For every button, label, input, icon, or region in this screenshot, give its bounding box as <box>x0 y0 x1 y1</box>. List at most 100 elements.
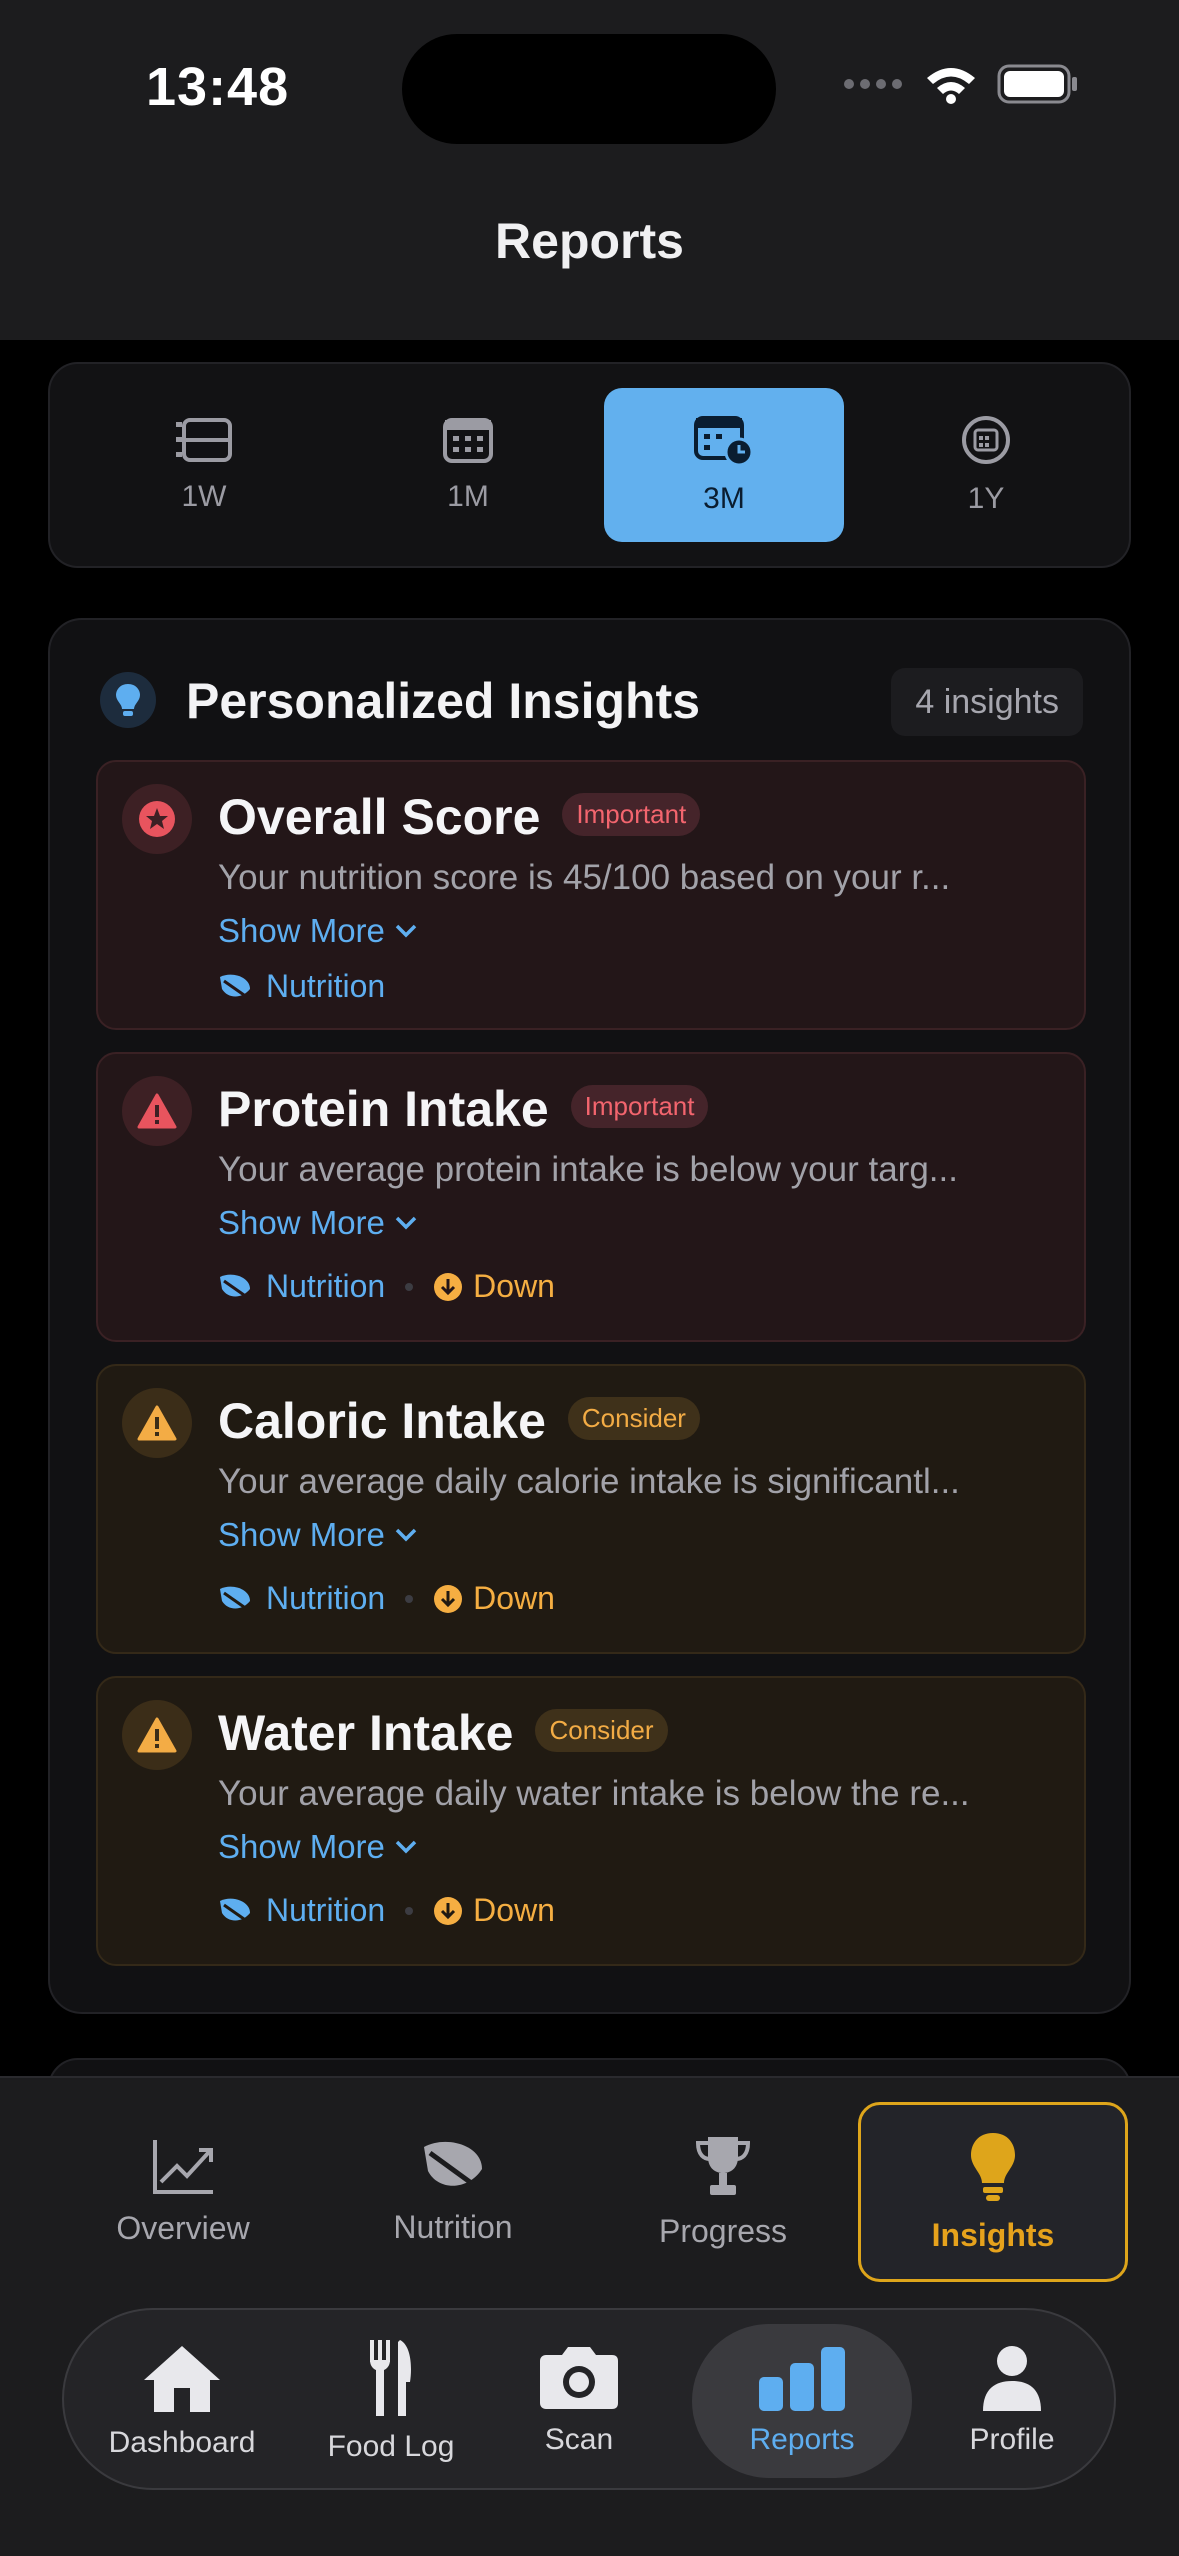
leaf-icon <box>220 1586 250 1608</box>
insights-title: Personalized Insights <box>186 673 701 729</box>
dynamic-island <box>402 34 776 144</box>
chevron-down-icon <box>395 924 417 938</box>
tab-label: Insights <box>931 2216 1055 2253</box>
nav-label: Scan <box>544 2423 614 2456</box>
tab-progress[interactable]: Progress <box>588 2102 858 2282</box>
nav-dashboard[interactable]: Dashboard <box>82 2324 282 2478</box>
camera-icon <box>540 2347 618 2409</box>
chevron-down-icon <box>395 1840 417 1854</box>
house-icon <box>144 2346 220 2412</box>
bottom-nav: Dashboard Food Log Scan Reports Profile <box>0 2308 1179 2556</box>
chevron-down-icon <box>395 1216 417 1230</box>
nav-label: Food Log <box>327 2430 455 2463</box>
insight-description: Your average daily water intake is below… <box>218 1774 970 1813</box>
status-time: 13:48 <box>146 57 290 117</box>
period-label: 1W <box>181 480 227 513</box>
insight-tags: Nutrition Down <box>218 1268 555 1305</box>
category-tag: Nutrition <box>218 1580 385 1617</box>
chart-line-icon <box>153 2139 213 2194</box>
trophy-icon <box>695 2136 751 2195</box>
trend-tag: Down <box>433 1268 555 1305</box>
show-more-button[interactable]: Show More <box>218 1204 417 1242</box>
tab-label: Nutrition <box>393 2208 513 2245</box>
nav-label: Dashboard <box>108 2426 256 2459</box>
warning-icon <box>122 1388 192 1458</box>
arrow-down-circle-icon <box>434 1584 463 1613</box>
insight-item[interactable]: Water Intake Consider Your average daily … <box>96 1676 1086 1966</box>
lightbulb-icon <box>971 2132 1015 2201</box>
period-1y-button[interactable]: 1Y <box>866 388 1106 542</box>
tab-insights[interactable]: Insights <box>858 2102 1128 2282</box>
severity-badge: Important <box>570 1085 709 1129</box>
nav-scan[interactable]: Scan <box>504 2324 654 2478</box>
insight-tags: Nutrition Down <box>218 1580 555 1617</box>
category-tag: Nutrition <box>218 1892 385 1929</box>
insight-item[interactable]: Protein Intake Important Your average pro… <box>96 1052 1086 1342</box>
warning-icon <box>122 1076 192 1146</box>
battery-icon <box>997 64 1077 104</box>
period-label: 1M <box>447 480 489 513</box>
arrow-down-circle-icon <box>434 1272 463 1301</box>
tab-overview[interactable]: Overview <box>48 2102 318 2282</box>
period-1m-button[interactable]: 1M <box>348 388 588 542</box>
nav-reports[interactable]: Reports <box>692 2324 912 2478</box>
app-header: 13:48 Reports <box>0 0 1179 340</box>
period-3m-button[interactable]: 3M <box>604 388 844 542</box>
person-icon <box>983 2346 1041 2411</box>
category-tag: Nutrition <box>218 968 385 1005</box>
period-selector: 1W 1M 3M 1Y <box>48 362 1131 568</box>
insight-description: Your average daily calorie intake is sig… <box>218 1462 960 1501</box>
show-more-button[interactable]: Show More <box>218 1828 417 1866</box>
show-more-button[interactable]: Show More <box>218 1516 417 1554</box>
status-indicators <box>843 64 1079 104</box>
list-icon <box>176 418 232 462</box>
warning-icon <box>122 1700 192 1770</box>
tab-label: Progress <box>658 2212 788 2249</box>
signal-icon <box>844 79 902 89</box>
page-title: Reports <box>495 213 684 269</box>
insights-count-badge: 4 insights <box>891 668 1083 736</box>
leaf-icon <box>220 1898 250 1920</box>
calendar-clock-icon <box>694 416 754 466</box>
insight-item[interactable]: Caloric Intake Consider Your average dail… <box>96 1364 1086 1654</box>
chevron-down-icon <box>395 1528 417 1542</box>
calendar-icon <box>443 418 493 463</box>
insight-title: Overall Score Important <box>218 788 701 846</box>
show-more-button[interactable]: Show More <box>218 912 417 950</box>
report-sub-tabs: Overview Nutrition Progress Insights <box>0 2076 1179 2308</box>
leaf-icon <box>220 974 250 996</box>
insights-card: Personalized Insights 4 insights Overall… <box>48 618 1131 2014</box>
nav-food-log[interactable]: Food Log <box>296 2324 486 2478</box>
arrow-down-circle-icon <box>434 1896 463 1925</box>
insight-tags: Nutrition Down <box>218 1892 555 1929</box>
severity-badge: Important <box>562 793 701 837</box>
bottom-nav-pill: Dashboard Food Log Scan Reports Profile <box>62 2308 1116 2490</box>
bar-chart-icon <box>759 2347 845 2411</box>
insight-tags: Nutrition <box>218 968 385 1005</box>
trend-tag: Down <box>433 1580 555 1617</box>
severity-badge: Consider <box>567 1397 700 1441</box>
insight-title: Caloric Intake Consider <box>218 1392 700 1450</box>
period-label: 1Y <box>967 482 1005 515</box>
severity-badge: Consider <box>535 1709 668 1753</box>
wifi-icon <box>927 68 975 104</box>
insight-title: Water Intake Consider <box>218 1704 668 1762</box>
insight-title: Protein Intake Important <box>218 1080 709 1138</box>
period-label: 3M <box>703 482 745 515</box>
category-tag: Nutrition <box>218 1268 385 1305</box>
period-1w-button[interactable]: 1W <box>84 388 324 542</box>
lightbulb-icon <box>100 672 156 728</box>
fork-knife-icon <box>370 2340 411 2416</box>
nav-label: Profile <box>969 2423 1055 2456</box>
nav-profile[interactable]: Profile <box>924 2324 1100 2478</box>
insight-item[interactable]: Overall Score Important Your nutrition sc… <box>96 760 1086 1030</box>
leaf-icon <box>424 2141 482 2187</box>
trend-tag: Down <box>433 1892 555 1929</box>
insight-description: Your nutrition score is 45/100 based on … <box>218 858 951 897</box>
nav-label: Reports <box>749 2423 855 2456</box>
star-icon <box>122 784 192 854</box>
tab-label: Overview <box>116 2209 250 2246</box>
circle-calendar-icon <box>962 416 1010 464</box>
tab-nutrition[interactable]: Nutrition <box>318 2102 588 2282</box>
leaf-icon <box>220 1274 250 1296</box>
